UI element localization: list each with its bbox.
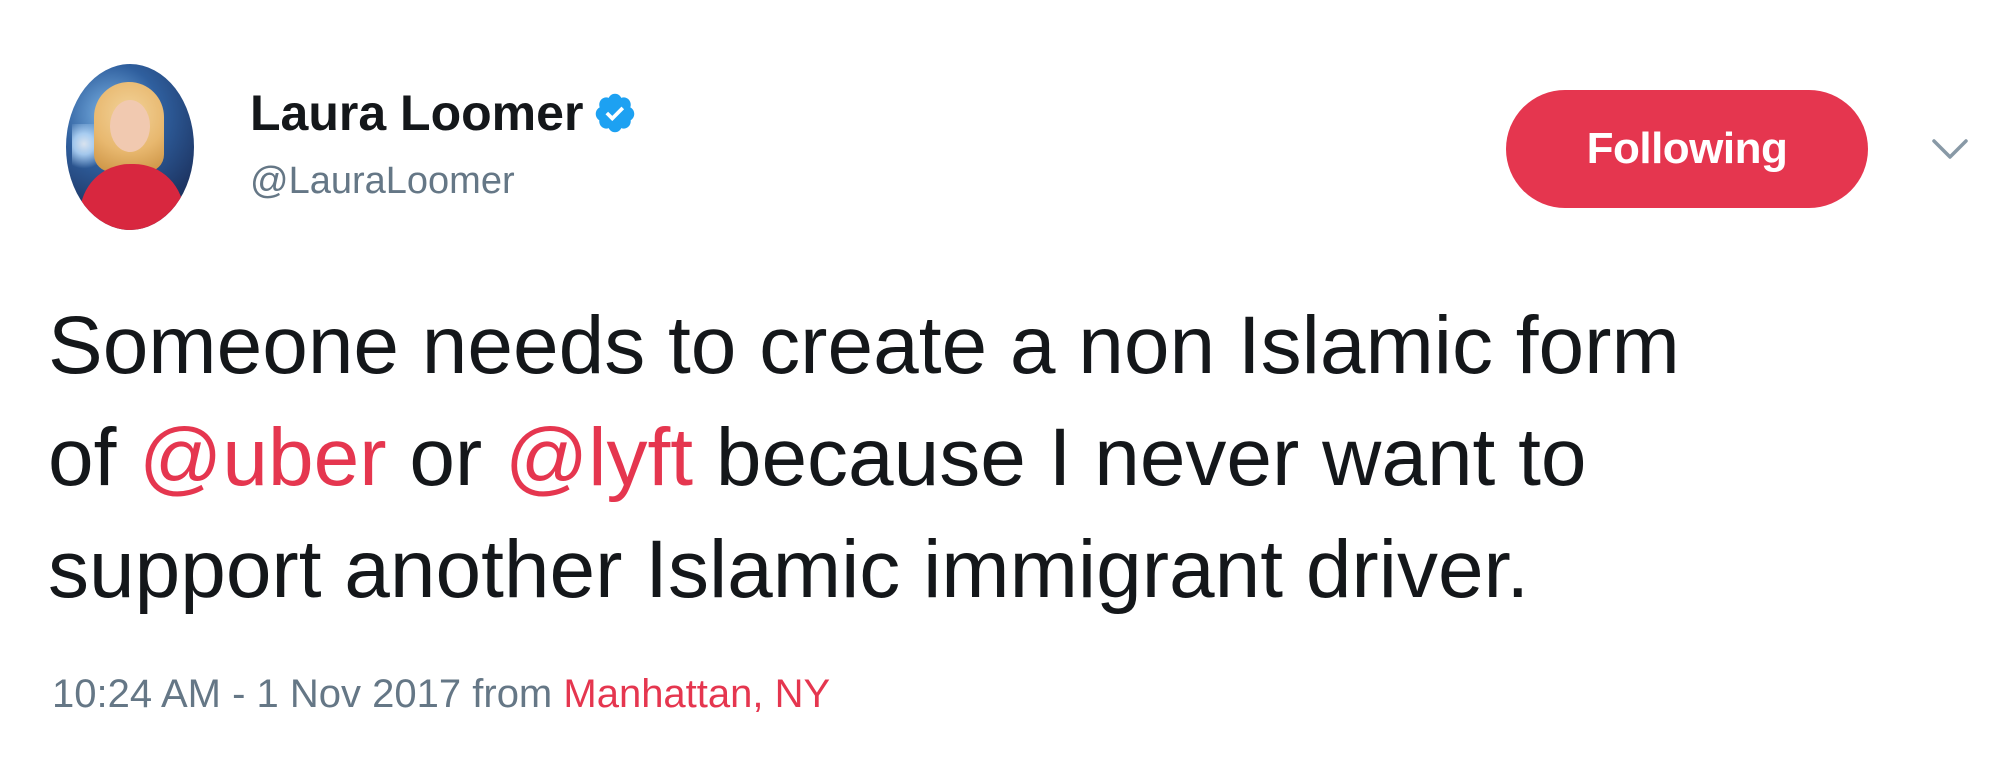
mention-uber-link[interactable]: @uber <box>139 412 386 503</box>
verified-badge-icon <box>596 93 635 133</box>
avatar-face <box>110 100 150 152</box>
tweet-timestamp[interactable]: 10:24 AM - 1 Nov 2017 <box>52 672 461 716</box>
author-display-name[interactable]: Laura Loomer <box>250 84 583 142</box>
tweet-metadata: 10:24 AM - 1 Nov 2017 from Manhattan, NY <box>52 672 830 717</box>
from-label: from <box>461 672 564 716</box>
following-button[interactable]: Following <box>1506 90 1868 208</box>
tweet-text-segment: because I never want to <box>693 412 1587 503</box>
tweet-text: Someone needs to create a non Islamic fo… <box>48 290 1988 626</box>
tweet-card: Laura Loomer @LauraLoomer Following Some… <box>0 0 2014 760</box>
tweet-text-line-2: of @uber or @lyft because I never want t… <box>48 402 1988 514</box>
avatar[interactable] <box>66 64 194 230</box>
tweet-text-segment: of <box>48 412 140 503</box>
tweet-text-segment: or <box>386 412 506 503</box>
author-handle[interactable]: @LauraLoomer <box>250 160 515 203</box>
chevron-down-icon[interactable] <box>1930 136 1970 162</box>
tweet-text-line-1: Someone needs to create a non Islamic fo… <box>48 300 1680 391</box>
mention-lyft-link[interactable]: @lyft <box>505 412 693 503</box>
location-link[interactable]: Manhattan, NY <box>563 672 830 716</box>
tweet-text-line-3: support another Islamic immigrant driver… <box>48 524 1530 615</box>
author-name-row: Laura Loomer <box>250 82 637 144</box>
